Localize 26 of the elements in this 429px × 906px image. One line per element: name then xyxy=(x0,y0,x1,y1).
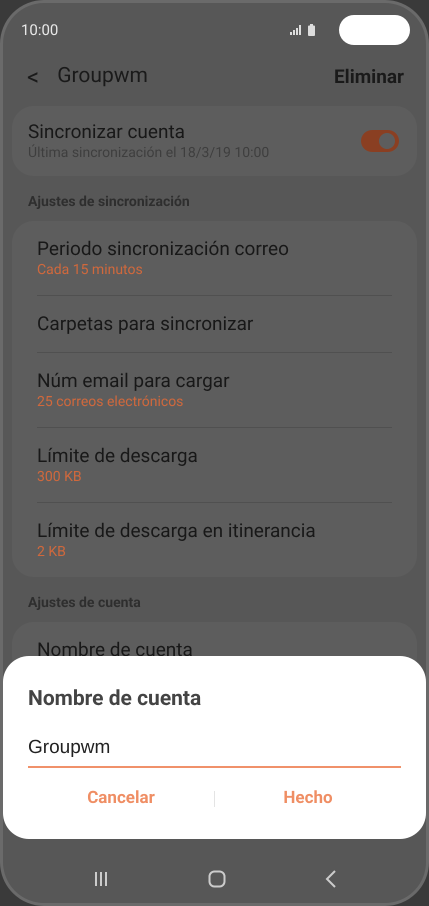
camera-cutout xyxy=(339,15,410,45)
sync-toggle[interactable] xyxy=(361,130,399,152)
setting-title: Carpetas para sincronizar xyxy=(37,312,254,336)
delete-button[interactable]: Eliminar xyxy=(334,62,404,92)
setting-title: Periodo sincronización correo xyxy=(37,237,290,261)
dialog-button[interactable]: Cancelar xyxy=(28,786,214,812)
dialog-button[interactable]: Hecho xyxy=(215,786,401,812)
back-icon[interactable] xyxy=(324,870,336,888)
dialog-title: Nombre de cuenta xyxy=(28,686,202,713)
setting-title: Nombre de cuenta xyxy=(37,638,194,662)
name-input[interactable]: Groupwm xyxy=(28,734,401,768)
page-title: Groupwm xyxy=(57,63,148,90)
status-time: 10:00 xyxy=(21,20,58,41)
setting-title: Núm email para cargar xyxy=(37,369,231,393)
back-button[interactable]: < xyxy=(27,65,40,89)
setting-title: Límite de descarga en itinerancia xyxy=(37,519,317,543)
setting-value: Cada 15 minutos xyxy=(37,261,144,279)
signal-icon xyxy=(290,25,302,35)
setting-value: 300 KB xyxy=(37,468,83,486)
home-icon[interactable] xyxy=(208,870,226,888)
sync-title: Sincronizar cuenta xyxy=(28,120,186,144)
setting-value: 2 KB xyxy=(37,543,67,561)
setting-value: 25 correos electrónicos xyxy=(37,393,184,411)
recent-apps-icon[interactable] xyxy=(92,871,108,887)
battery-icon xyxy=(308,24,315,36)
setting-title: Límite de descarga xyxy=(37,444,199,468)
